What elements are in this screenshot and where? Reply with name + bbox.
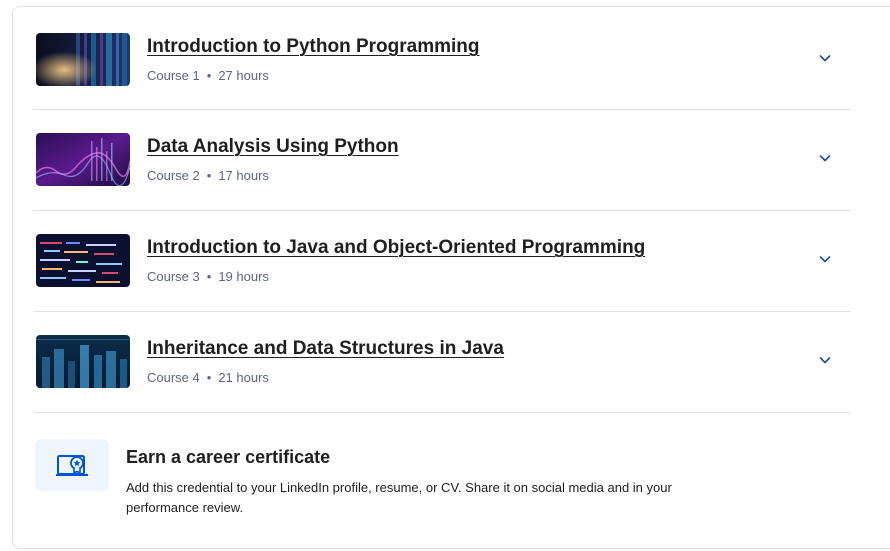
course-title-link[interactable]: Introduction to Java and Object-Oriented… [147,237,645,259]
course-title-link[interactable]: Inheritance and Data Structures in Java [147,338,504,360]
course-number: Course 1 [147,68,200,83]
career-certificate-section: Earn a career certificate Add this crede… [34,437,851,537]
course-row-2[interactable]: Data Analysis Using Python Course 2 • 17 h… [34,110,851,211]
chevron-down-icon[interactable] [817,150,833,166]
certificate-icon [35,439,109,491]
course-number: Course 2 [147,168,200,183]
course-title-link[interactable]: Introduction to Python Programming [147,36,479,58]
certificate-description: Add this credential to your LinkedIn pro… [126,480,672,515]
meta-separator: • [206,168,212,183]
course-duration: 17 hours [218,168,269,183]
course-row-3[interactable]: Introduction to Java and Object-Oriented… [34,211,851,312]
course-thumbnail-4 [36,335,130,388]
course-duration: 19 hours [218,269,269,284]
course-row-4[interactable]: Inheritance and Data Structures in Java … [34,312,851,413]
course-number: Course 3 [147,269,200,284]
meta-separator: • [206,68,212,83]
course-meta: Course 2 • 17 hours [147,168,269,183]
certificate-title: Earn a career certificate [126,447,331,467]
course-meta: Course 1 • 27 hours [147,68,269,83]
course-duration: 27 hours [218,68,269,83]
meta-separator: • [206,269,212,284]
course-meta: Course 3 • 19 hours [147,269,269,284]
course-meta: Course 4 • 21 hours [147,370,269,385]
course-row-1[interactable]: Introduction to Python Programming Cours… [34,10,851,110]
course-number: Course 4 [147,370,200,385]
course-thumbnail-2 [36,133,130,186]
chevron-down-icon[interactable] [817,50,833,66]
course-list: Introduction to Python Programming Cours… [34,10,851,413]
course-duration: 21 hours [218,370,269,385]
meta-separator: • [206,370,212,385]
chevron-down-icon[interactable] [817,251,833,267]
course-title-link[interactable]: Data Analysis Using Python [147,136,399,158]
course-thumbnail-3 [36,234,130,287]
course-thumbnail-1 [36,33,130,86]
chevron-down-icon[interactable] [817,352,833,368]
